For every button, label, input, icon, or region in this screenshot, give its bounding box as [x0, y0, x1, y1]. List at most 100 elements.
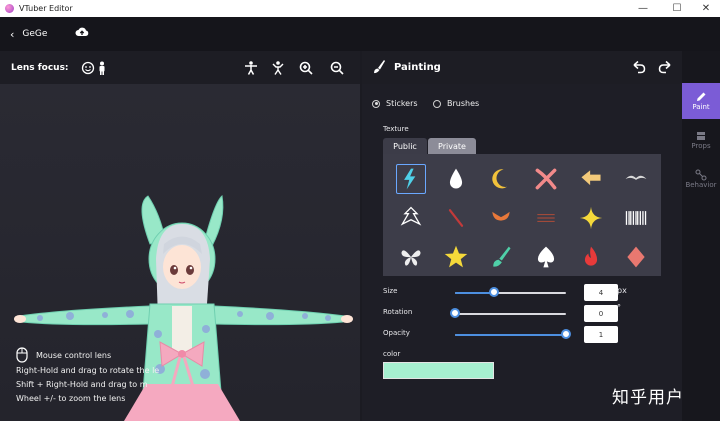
rail-behavior[interactable]: Behavior — [682, 161, 720, 197]
rotation-input[interactable]: 0 — [584, 305, 618, 322]
opacity-slider-fill — [455, 334, 566, 336]
spade-icon — [537, 246, 555, 268]
mouse-control-hint: Mouse control lens — [36, 350, 112, 360]
sticker-barcode[interactable] — [621, 203, 651, 233]
brown-lines-icon — [537, 213, 555, 223]
crescent-moon-icon — [492, 169, 508, 189]
top-bar: ‹ GeGe — [0, 17, 720, 51]
sticker-flame[interactable] — [576, 242, 606, 272]
size-slider-thumb[interactable] — [488, 287, 499, 297]
behavior-icon — [695, 169, 707, 181]
sticker-orange-wings[interactable] — [486, 203, 516, 233]
painting-title: Painting — [394, 62, 441, 73]
sticker-sparkle-star[interactable] — [576, 203, 606, 233]
sticker-feather-cross[interactable] — [531, 164, 561, 194]
rail-props[interactable]: Props — [682, 122, 720, 158]
close-button[interactable]: ✕ — [689, 0, 720, 17]
window-title: VTuber Editor — [19, 4, 73, 13]
rotation-slider-thumb[interactable] — [450, 308, 460, 318]
sticker-red-streak[interactable] — [441, 203, 471, 233]
lightning-icon — [404, 168, 416, 190]
radio-icon — [372, 99, 380, 108]
zoom-out-icon[interactable] — [329, 60, 345, 76]
sticker-butterfly[interactable] — [396, 242, 426, 272]
color-label: color — [383, 350, 401, 358]
paint-brush-icon — [374, 60, 385, 74]
body-focus-icon[interactable] — [94, 60, 110, 76]
project-name: GeGe — [22, 29, 48, 39]
preview-panel: Lens focus: Mouse control lens Right-Hol… — [0, 51, 360, 421]
sticker-paint-brush[interactable] — [486, 242, 516, 272]
sticker-spade[interactable] — [531, 242, 561, 272]
lens-focus-label: Lens focus: — [11, 62, 69, 73]
rotate-hint: Right-Hold and drag to rotate the le — [16, 366, 160, 375]
mouse-hint: Mouse control lens — [16, 347, 111, 363]
size-unit: px — [617, 286, 627, 295]
undo-icon[interactable] — [632, 60, 646, 74]
zoom-in-icon[interactable] — [298, 60, 314, 76]
painting-header: Painting — [362, 51, 682, 84]
tab-private[interactable]: Private — [428, 138, 476, 154]
star-icon — [444, 245, 468, 268]
mode-stickers-radio[interactable]: Stickers — [372, 99, 418, 108]
barcode-icon — [625, 211, 647, 225]
mode-brushes-label: Brushes — [447, 99, 480, 108]
orange-wings-icon — [492, 211, 510, 221]
move-hint: Shift + Right-Hold and drag to m — [16, 380, 148, 389]
mouse-icon — [16, 347, 28, 363]
paint-brush-icon — [493, 246, 511, 267]
rail-props-label: Props — [691, 142, 711, 150]
drop-icon — [449, 168, 463, 189]
sticker-diamond[interactable] — [621, 242, 651, 272]
full-body-icon[interactable] — [243, 60, 259, 76]
chevron-left-icon: ‹ — [10, 27, 15, 41]
sticker-star[interactable] — [441, 242, 471, 272]
mustache-ornament-icon — [625, 175, 647, 180]
sticker-tribal-mask[interactable] — [396, 203, 426, 233]
sticker-brown-lines[interactable] — [531, 203, 561, 233]
avatar-viewport[interactable]: Mouse control lens Right-Hold and drag t… — [0, 84, 360, 421]
rotation-unit: ° — [617, 303, 621, 312]
sticker-mustache-ornament[interactable] — [621, 164, 651, 194]
back-button[interactable]: ‹ GeGe — [10, 28, 47, 41]
radio-icon — [433, 99, 441, 108]
rotation-label: Rotation — [383, 308, 413, 316]
rail-behavior-label: Behavior — [685, 181, 717, 189]
cloud-upload-icon[interactable] — [75, 26, 89, 38]
opacity-input[interactable]: 1 — [584, 326, 618, 343]
zoom-hint: Wheel +/- to zoom the lens — [16, 394, 126, 403]
sticker-crescent-moon[interactable] — [486, 164, 516, 194]
rail-paint-label: Paint — [692, 103, 710, 111]
minimize-button[interactable]: — — [626, 0, 660, 17]
mode-stickers-label: Stickers — [386, 99, 418, 108]
rotation-slider[interactable] — [455, 313, 566, 315]
tribal-mask-icon — [400, 206, 422, 226]
color-picker[interactable] — [383, 362, 494, 379]
texture-label: Texture — [383, 125, 409, 133]
flame-icon — [584, 246, 598, 266]
title-bar: VTuber Editor — ☐ ✕ — [0, 0, 720, 17]
pencil-icon — [697, 92, 706, 101]
sticker-lightning[interactable] — [396, 164, 426, 194]
sticker-arrow-left[interactable] — [576, 164, 606, 194]
sticker-drop[interactable] — [441, 164, 471, 194]
opacity-slider-thumb[interactable] — [561, 329, 571, 339]
red-streak-icon — [448, 209, 464, 227]
size-input[interactable]: 4 — [584, 284, 618, 301]
feather-cross-icon — [535, 168, 557, 190]
sticker-grid — [383, 154, 661, 276]
watermark-text: 知乎用户 — [612, 388, 684, 408]
butterfly-icon — [401, 250, 421, 266]
mode-brushes-radio[interactable]: Brushes — [433, 99, 479, 108]
tab-public[interactable]: Public — [383, 138, 427, 154]
painting-panel: Painting Stickers Brushes Texture Public… — [362, 51, 682, 421]
redo-icon[interactable] — [658, 60, 672, 74]
pose-icon[interactable] — [270, 60, 286, 76]
diamond-icon — [627, 246, 645, 268]
sparkle-star-icon — [579, 206, 603, 230]
opacity-label: Opacity — [383, 329, 410, 337]
rail-paint[interactable]: Paint — [682, 83, 720, 119]
arrow-left-icon — [581, 170, 601, 186]
app-logo-icon — [5, 4, 14, 13]
side-rail: Paint Props Behavior — [682, 51, 720, 421]
